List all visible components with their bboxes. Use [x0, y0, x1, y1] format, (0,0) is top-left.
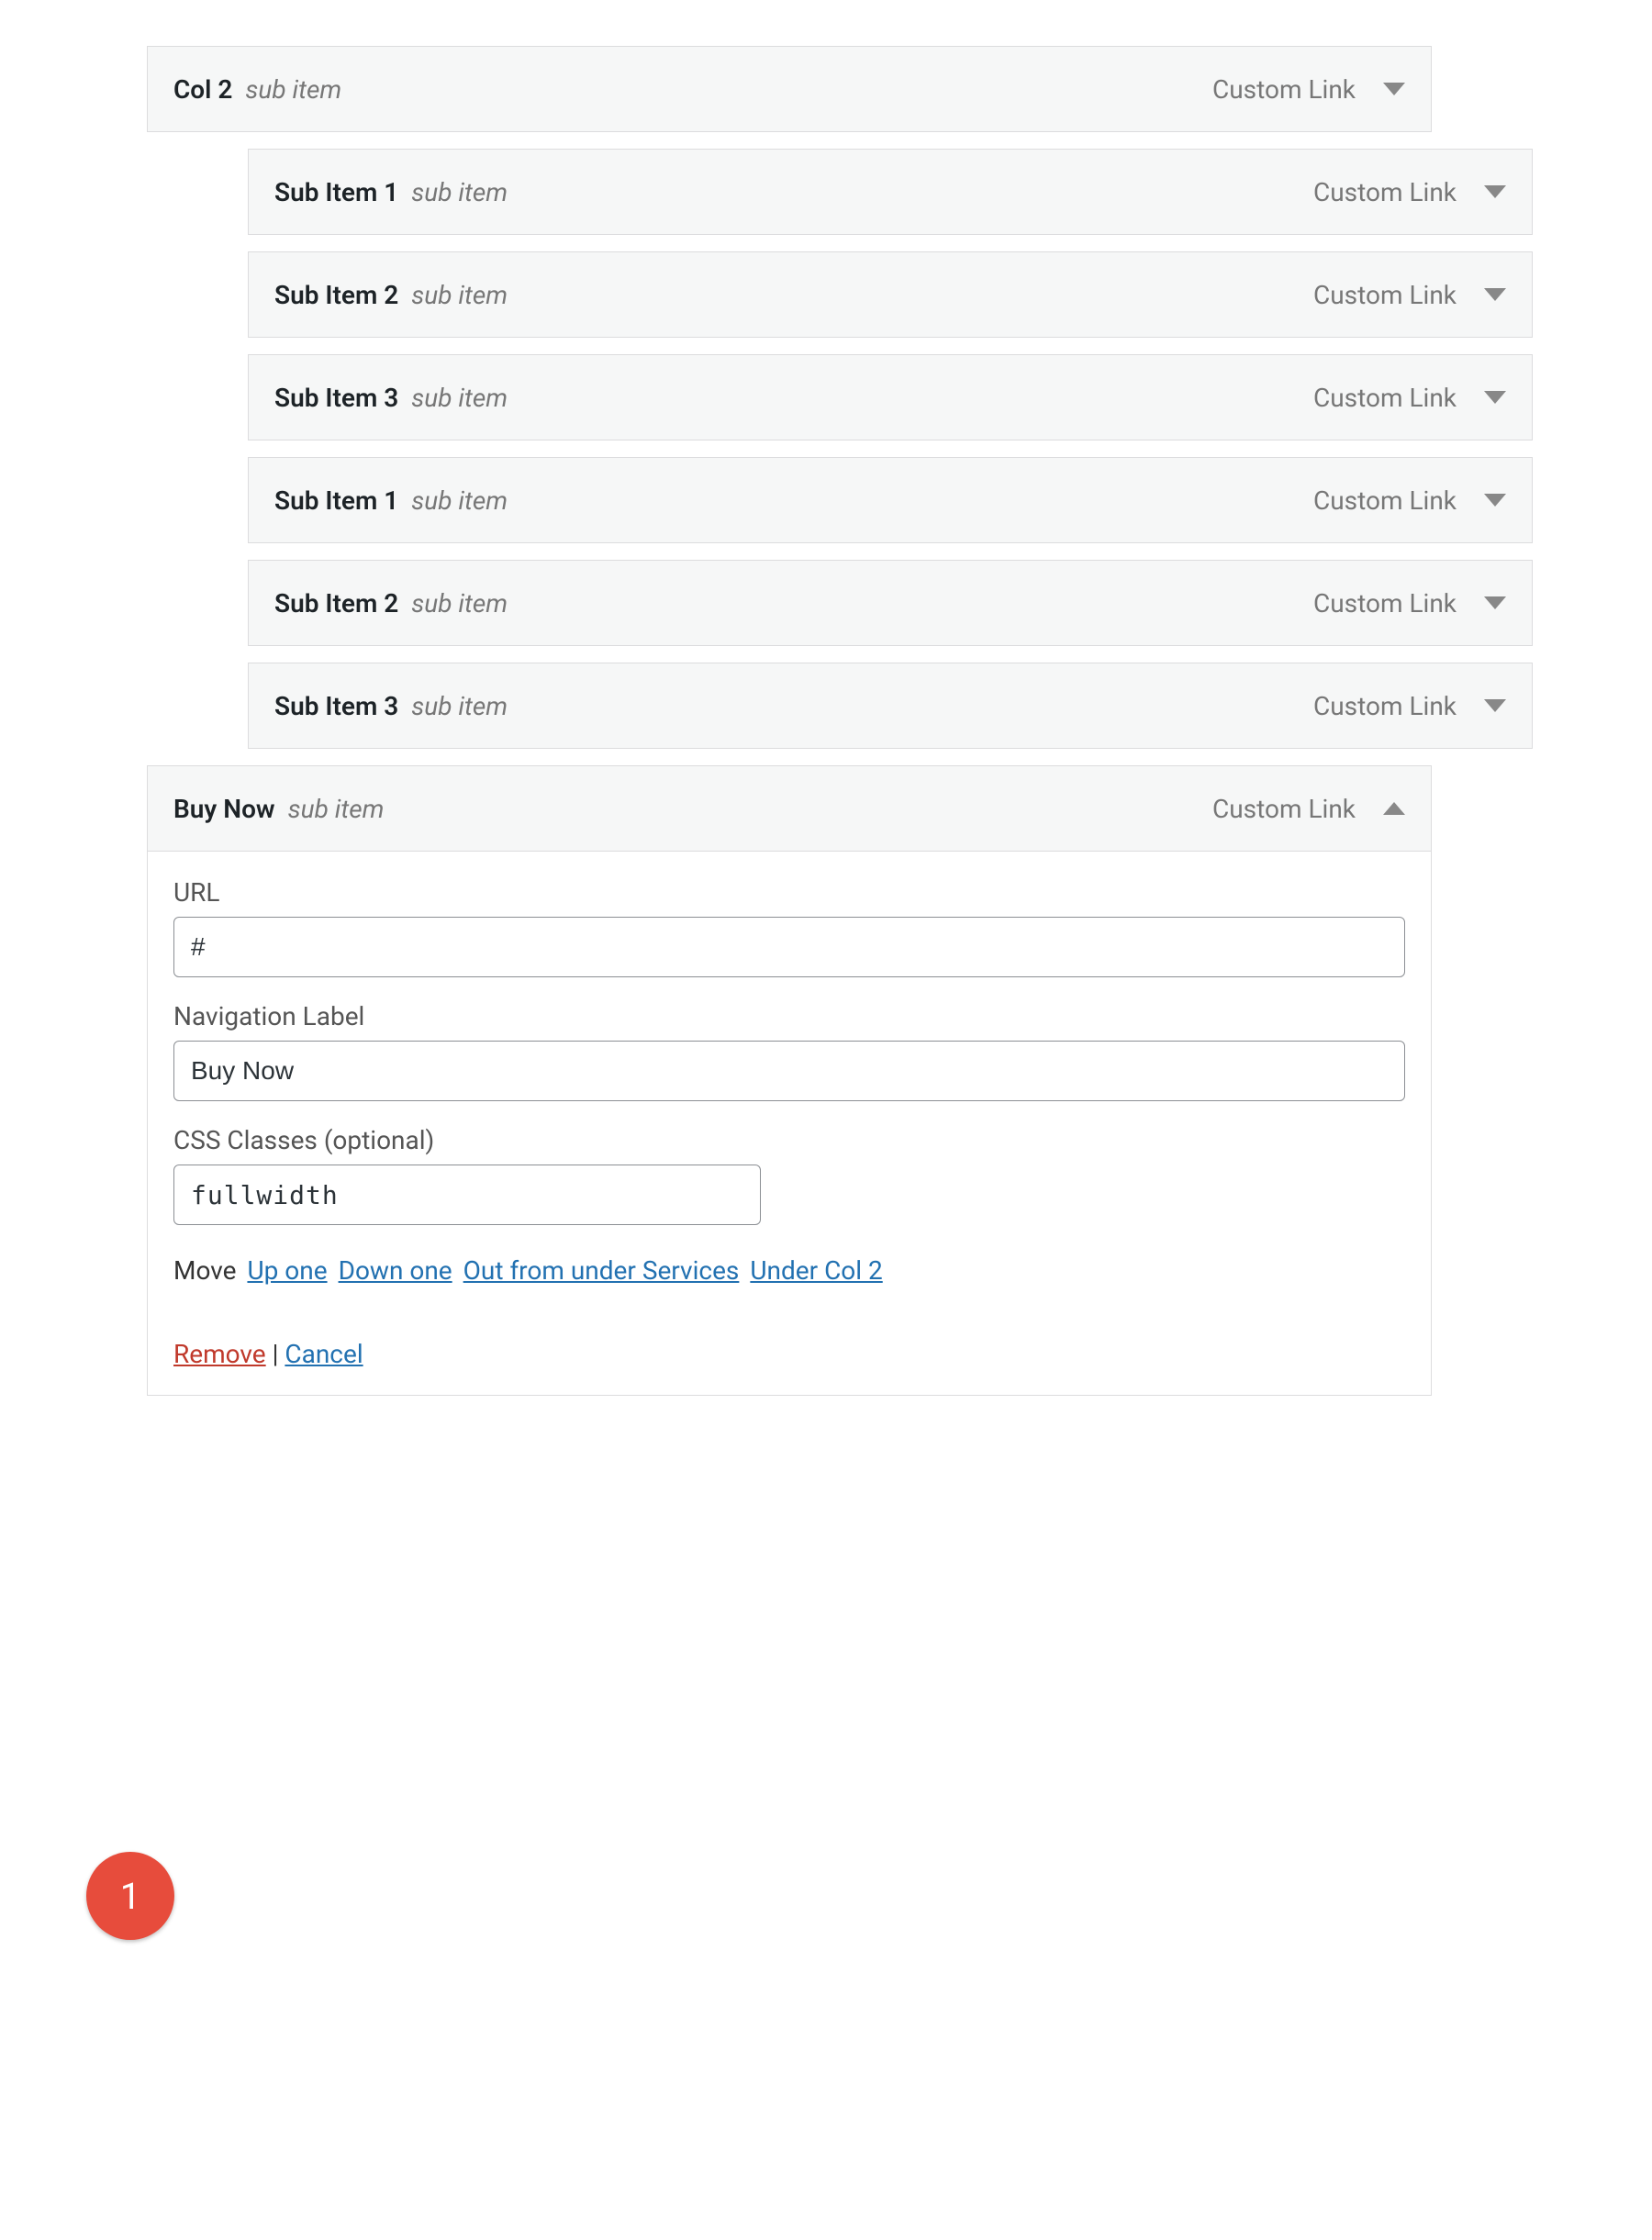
url-field-label: URL	[173, 877, 1405, 908]
move-down-one-link[interactable]: Down one	[339, 1249, 452, 1293]
menu-item-label-group: Buy Now sub item	[173, 794, 1212, 824]
css-classes-field-label: CSS Classes (optional)	[173, 1125, 1405, 1155]
menu-item-subtype: sub item	[411, 383, 508, 413]
menu-item-controls: Custom Link	[1212, 74, 1405, 105]
menu-item-col-2[interactable]: Col 2 sub item Custom Link	[147, 46, 1432, 132]
annotation-badge-1: 1	[86, 1852, 174, 1940]
menu-item-subtype: sub item	[411, 177, 508, 207]
menu-item-type: Custom Link	[1313, 177, 1457, 207]
menu-item-label-group: Sub Item 2 sub item	[274, 588, 1313, 619]
navigation-label-field-block: Navigation Label	[173, 1001, 1405, 1101]
menu-item-buy-now-expanded: Buy Now sub item Custom Link URL Navigat…	[147, 765, 1432, 1396]
menu-item-title: Sub Item 3	[274, 691, 398, 721]
menu-structure: Col 2 sub item Custom Link Sub Item 1 su…	[147, 46, 1652, 1396]
menu-item-label-group: Col 2 sub item	[173, 74, 1212, 105]
menu-item-type: Custom Link	[1313, 485, 1457, 516]
item-actions: Remove | Cancel	[173, 1339, 1405, 1369]
menu-item-title: Sub Item 2	[274, 280, 398, 310]
menu-item-controls: Custom Link	[1313, 588, 1506, 619]
navigation-label-field-label: Navigation Label	[173, 1001, 1405, 1031]
menu-item-label-group: Sub Item 2 sub item	[274, 280, 1313, 310]
menu-item-subtype: sub item	[411, 485, 508, 516]
menu-item-controls: Custom Link	[1313, 691, 1506, 721]
actions-separator: |	[266, 1339, 285, 1369]
move-label: Move	[173, 1249, 236, 1293]
chevron-down-icon[interactable]	[1484, 391, 1506, 404]
css-classes-input[interactable]	[173, 1165, 761, 1225]
menu-item-type: Custom Link	[1313, 691, 1457, 721]
chevron-up-icon[interactable]	[1383, 802, 1405, 815]
menu-item-label-group: Sub Item 3 sub item	[274, 691, 1313, 721]
menu-item-controls: Custom Link	[1313, 383, 1506, 413]
menu-item-title: Col 2	[173, 74, 232, 105]
menu-item-sub-item-1b[interactable]: Sub Item 1 sub item Custom Link	[248, 457, 1533, 543]
chevron-down-icon[interactable]	[1484, 699, 1506, 712]
menu-item-label-group: Sub Item 1 sub item	[274, 485, 1313, 516]
menu-item-title: Sub Item 1	[274, 485, 398, 516]
move-under-link[interactable]: Under Col 2	[750, 1249, 882, 1293]
menu-item-subtype: sub item	[245, 74, 341, 105]
menu-item-controls: Custom Link	[1313, 280, 1506, 310]
cancel-link[interactable]: Cancel	[285, 1339, 363, 1369]
menu-item-type: Custom Link	[1313, 588, 1457, 619]
menu-item-buy-now-header[interactable]: Buy Now sub item Custom Link	[147, 765, 1432, 852]
css-classes-field-block: CSS Classes (optional)	[173, 1125, 1405, 1225]
menu-item-subtype: sub item	[411, 588, 508, 619]
menu-item-type: Custom Link	[1313, 280, 1457, 310]
menu-item-type: Custom Link	[1212, 74, 1356, 105]
menu-item-settings-panel: URL Navigation Label CSS Classes (option…	[147, 852, 1432, 1396]
menu-item-title: Buy Now	[173, 794, 275, 824]
move-up-one-link[interactable]: Up one	[247, 1249, 327, 1293]
menu-item-title: Sub Item 2	[274, 588, 398, 619]
menu-item-controls: Custom Link	[1313, 177, 1506, 207]
menu-item-sub-item-3b[interactable]: Sub Item 3 sub item Custom Link	[248, 663, 1533, 749]
menu-item-sub-item-3[interactable]: Sub Item 3 sub item Custom Link	[248, 354, 1533, 440]
url-input[interactable]	[173, 917, 1405, 977]
move-out-from-under-link[interactable]: Out from under Services	[463, 1249, 740, 1293]
menu-item-type: Custom Link	[1212, 794, 1356, 824]
menu-item-controls: Custom Link	[1212, 794, 1405, 824]
chevron-down-icon[interactable]	[1484, 596, 1506, 609]
menu-item-sub-item-1[interactable]: Sub Item 1 sub item Custom Link	[248, 149, 1533, 235]
menu-item-sub-item-2b[interactable]: Sub Item 2 sub item Custom Link	[248, 560, 1533, 646]
chevron-down-icon[interactable]	[1383, 83, 1405, 95]
menu-item-subtype: sub item	[411, 691, 508, 721]
menu-item-label-group: Sub Item 1 sub item	[274, 177, 1313, 207]
menu-item-subtype: sub item	[411, 280, 508, 310]
menu-item-type: Custom Link	[1313, 383, 1457, 413]
menu-item-title: Sub Item 1	[274, 177, 398, 207]
menu-item-sub-item-2[interactable]: Sub Item 2 sub item Custom Link	[248, 251, 1533, 338]
menu-item-subtype: sub item	[288, 794, 385, 824]
menu-item-title: Sub Item 3	[274, 383, 398, 413]
chevron-down-icon[interactable]	[1484, 288, 1506, 301]
move-controls: Move Up one Down one Out from under Serv…	[173, 1249, 1405, 1293]
chevron-down-icon[interactable]	[1484, 185, 1506, 198]
url-field-block: URL	[173, 877, 1405, 977]
chevron-down-icon[interactable]	[1484, 494, 1506, 507]
menu-item-label-group: Sub Item 3 sub item	[274, 383, 1313, 413]
remove-link[interactable]: Remove	[173, 1339, 266, 1369]
navigation-label-input[interactable]	[173, 1041, 1405, 1101]
menu-item-controls: Custom Link	[1313, 485, 1506, 516]
